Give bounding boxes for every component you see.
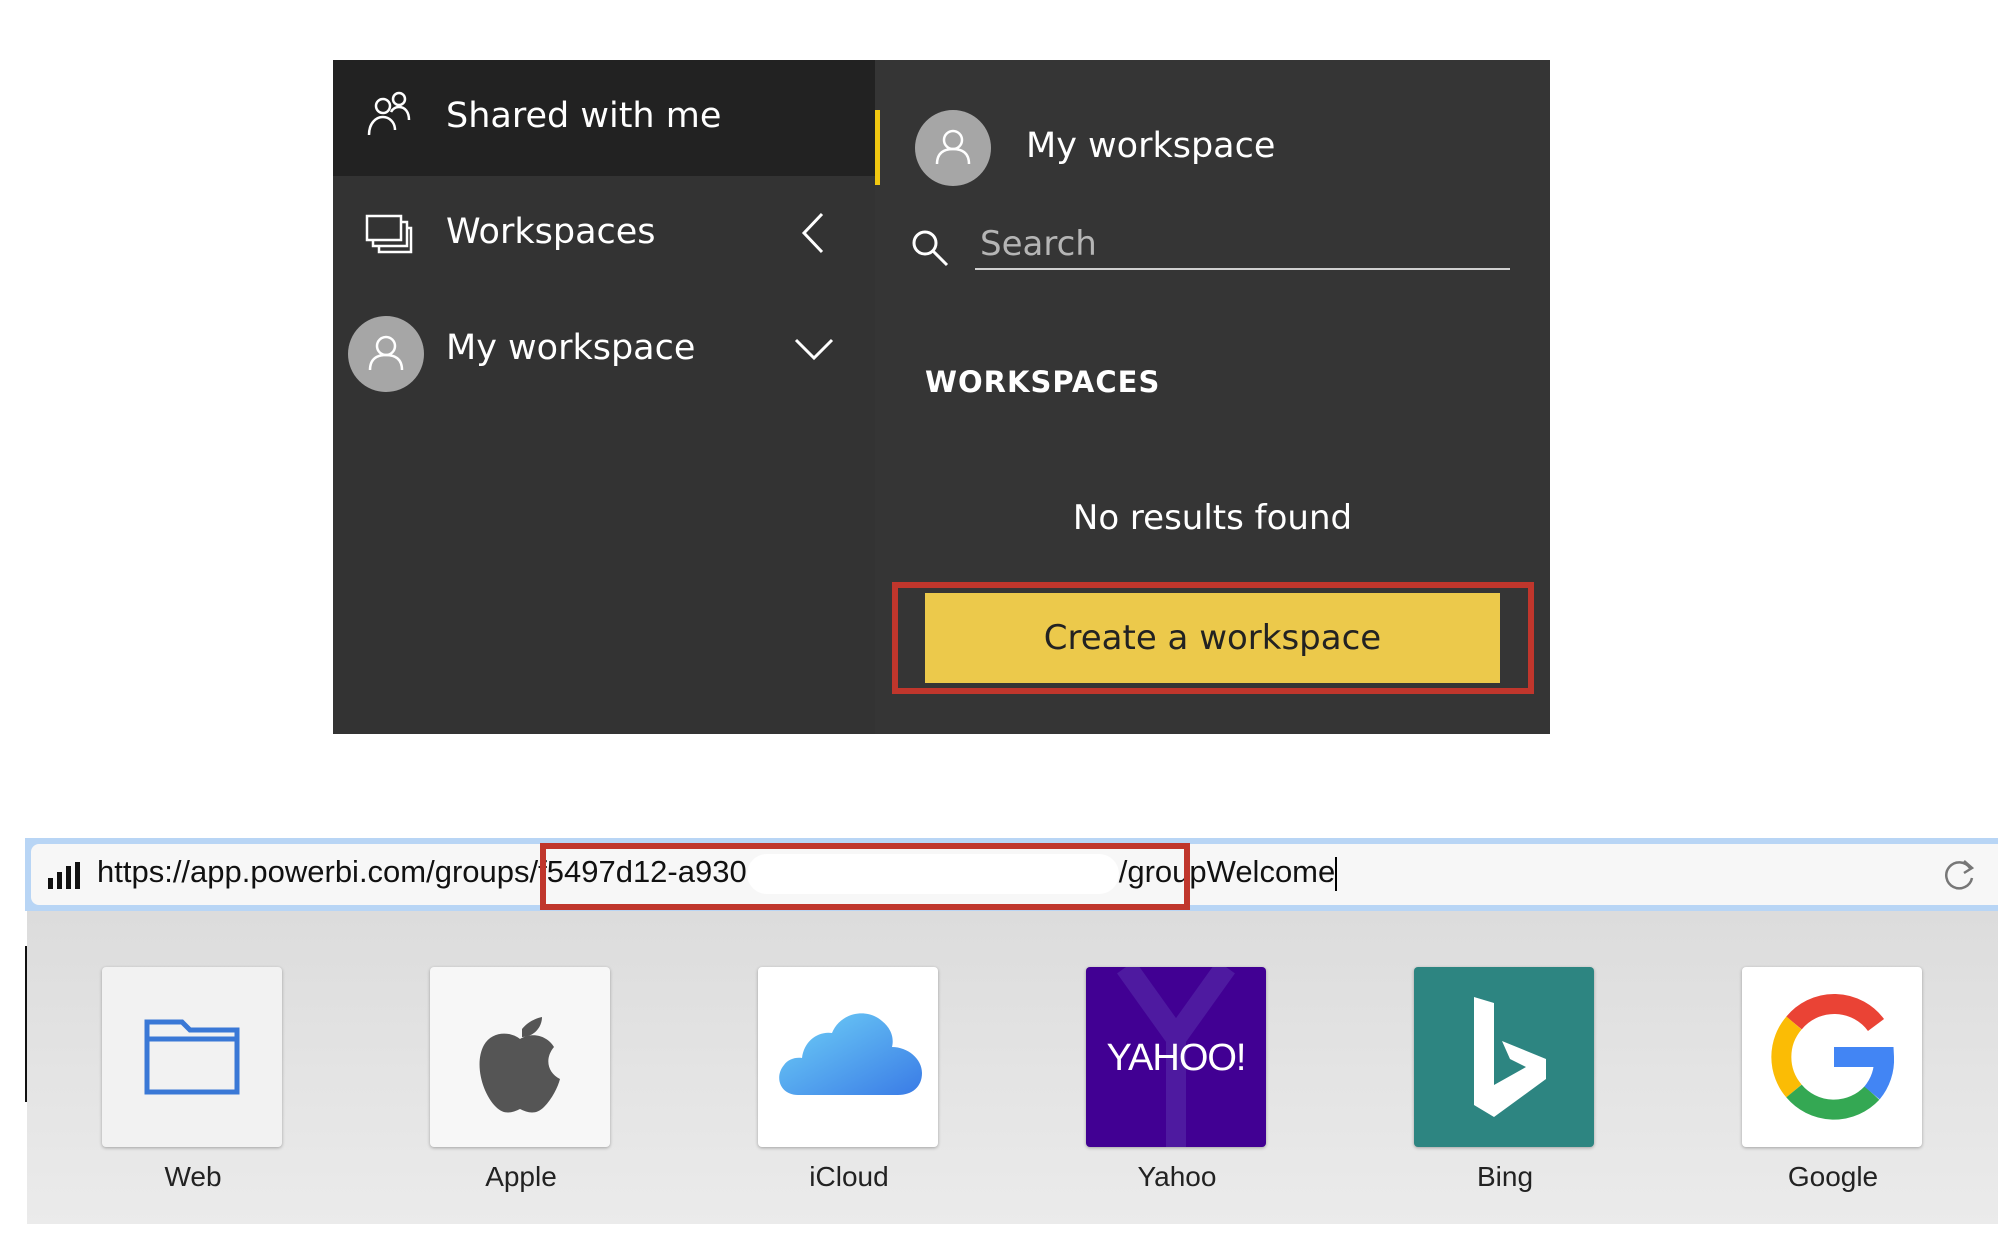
url-highlight-box xyxy=(540,843,1190,910)
apple-icon xyxy=(430,967,610,1147)
favorite-yahoo[interactable]: YAHOO! Yahoo xyxy=(1086,967,1268,1193)
favorites-grid: Web Apple iCloud YAHOO! Yahoo Bing Googl… xyxy=(27,911,1998,1224)
favorite-label: Web xyxy=(164,1161,222,1192)
section-heading: WORKSPACES xyxy=(925,365,1161,399)
search-icon xyxy=(912,230,949,267)
favorite-label: Google xyxy=(1787,1161,1879,1192)
favorite-label: iCloud xyxy=(809,1161,889,1192)
powerbi-panel: Shared with me Workspaces My workspace M… xyxy=(333,60,1550,734)
nav-item-my-workspace[interactable]: My workspace xyxy=(333,292,875,408)
cloud-icon xyxy=(758,967,938,1147)
favorite-icloud[interactable]: iCloud xyxy=(758,967,940,1193)
shared-people-icon xyxy=(367,91,411,136)
left-navigation: Shared with me Workspaces My workspace xyxy=(333,60,875,734)
favorite-bing[interactable]: Bing xyxy=(1414,967,1596,1193)
favorite-apple[interactable]: Apple xyxy=(430,967,612,1193)
nav-item-shared-with-me[interactable]: Shared with me xyxy=(333,60,875,176)
favorite-label: Yahoo xyxy=(1137,1161,1217,1192)
chevron-left-icon[interactable] xyxy=(798,210,828,256)
nav-label-my-workspace: My workspace xyxy=(446,328,696,368)
empty-message: No results found xyxy=(1072,498,1353,538)
folder-icon xyxy=(102,967,282,1147)
yahoo-icon: YAHOO! xyxy=(1086,967,1266,1147)
favorite-label: Bing xyxy=(1476,1161,1534,1192)
nav-label-shared: Shared with me xyxy=(446,96,722,136)
yahoo-logo-text: YAHOO! xyxy=(1106,1037,1247,1079)
accent-bar xyxy=(875,110,880,185)
avatar-icon xyxy=(915,110,991,186)
favorite-web[interactable]: Web xyxy=(102,967,284,1193)
favorite-label: Apple xyxy=(485,1161,557,1192)
text-cursor xyxy=(1335,857,1338,891)
nav-label-workspaces: Workspaces xyxy=(446,212,656,252)
nav-item-workspaces[interactable]: Workspaces xyxy=(333,176,875,292)
google-icon xyxy=(1742,967,1922,1147)
reload-icon[interactable] xyxy=(1940,856,1978,894)
workspace-flyout: My workspace WORKSPACES No results found… xyxy=(875,60,1550,734)
favorite-google[interactable]: Google xyxy=(1742,967,1924,1193)
flyout-title[interactable]: My workspace xyxy=(1026,126,1275,166)
avatar-icon xyxy=(348,316,424,392)
bing-icon xyxy=(1414,967,1594,1147)
workspaces-icon xyxy=(365,214,413,254)
signal-bars-icon xyxy=(48,862,80,889)
chevron-down-icon[interactable] xyxy=(793,336,835,362)
create-workspace-button[interactable]: Create a workspace xyxy=(925,593,1500,683)
search-input[interactable] xyxy=(975,220,1510,270)
